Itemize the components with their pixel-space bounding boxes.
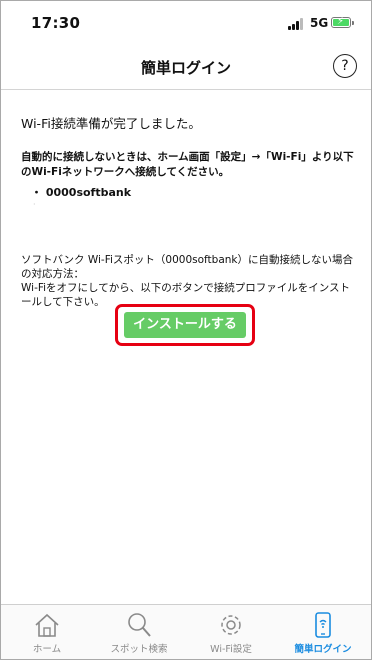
spot-instructions: ソフトバンク Wi-Fiスポット（0000softbank）に自動接続しない場合…	[21, 253, 357, 309]
separator-dot: ·	[33, 200, 36, 209]
header-bar: 簡単ログイン ?	[1, 45, 371, 90]
completion-message: Wi-Fi接続準備が完了しました。	[21, 116, 201, 131]
install-button[interactable]: インストールする	[124, 312, 246, 338]
search-icon	[128, 613, 151, 637]
tab-wifi-settings[interactable]: Wi-Fi設定	[185, 605, 277, 659]
tab-spot-search-label: スポット検索	[110, 644, 168, 655]
tab-easy-login-label: 簡単ログイン	[294, 644, 352, 655]
tab-spot-search[interactable]: スポット検索	[93, 605, 185, 659]
network-type: 5G	[310, 16, 329, 30]
auto-connect-note: 自動的に接続しないときは、ホーム画面「設定」→「Wi-Fi」より以下のWi-Fi…	[21, 151, 354, 178]
phone-login-icon	[315, 612, 331, 638]
tab-bar: ホーム スポット検索 Wi-Fi設定 簡単ログイン	[1, 604, 371, 659]
ssid-item: ・ 0000softbank	[31, 186, 132, 199]
signal-icon	[288, 18, 305, 30]
spot-instructions-line1: ソフトバンク Wi-Fiスポット（0000softbank）に自動接続しない場合…	[21, 254, 353, 280]
app-screen: 17:30 5G ⚡ 簡単ログイン ? Wi-Fi接続準備が完了しました。 自動…	[0, 0, 372, 660]
tab-wifi-settings-label: Wi-Fi設定	[210, 644, 252, 655]
page-title: 簡単ログイン	[140, 59, 231, 77]
home-icon	[35, 613, 59, 637]
help-button[interactable]: ?	[333, 54, 357, 78]
battery-icon: ⚡	[331, 16, 354, 28]
tab-home-label: ホーム	[32, 644, 62, 655]
tab-home[interactable]: ホーム	[1, 605, 93, 659]
status-bar: 17:30 5G ⚡	[1, 1, 371, 45]
status-time: 17:30	[31, 14, 81, 32]
gear-icon	[221, 615, 241, 635]
tab-easy-login[interactable]: 簡単ログイン	[277, 605, 369, 659]
install-button-highlight: インストールする	[115, 304, 255, 346]
main-content: Wi-Fi接続準備が完了しました。 自動的に接続しないときは、ホーム画面「設定」…	[21, 113, 357, 308]
